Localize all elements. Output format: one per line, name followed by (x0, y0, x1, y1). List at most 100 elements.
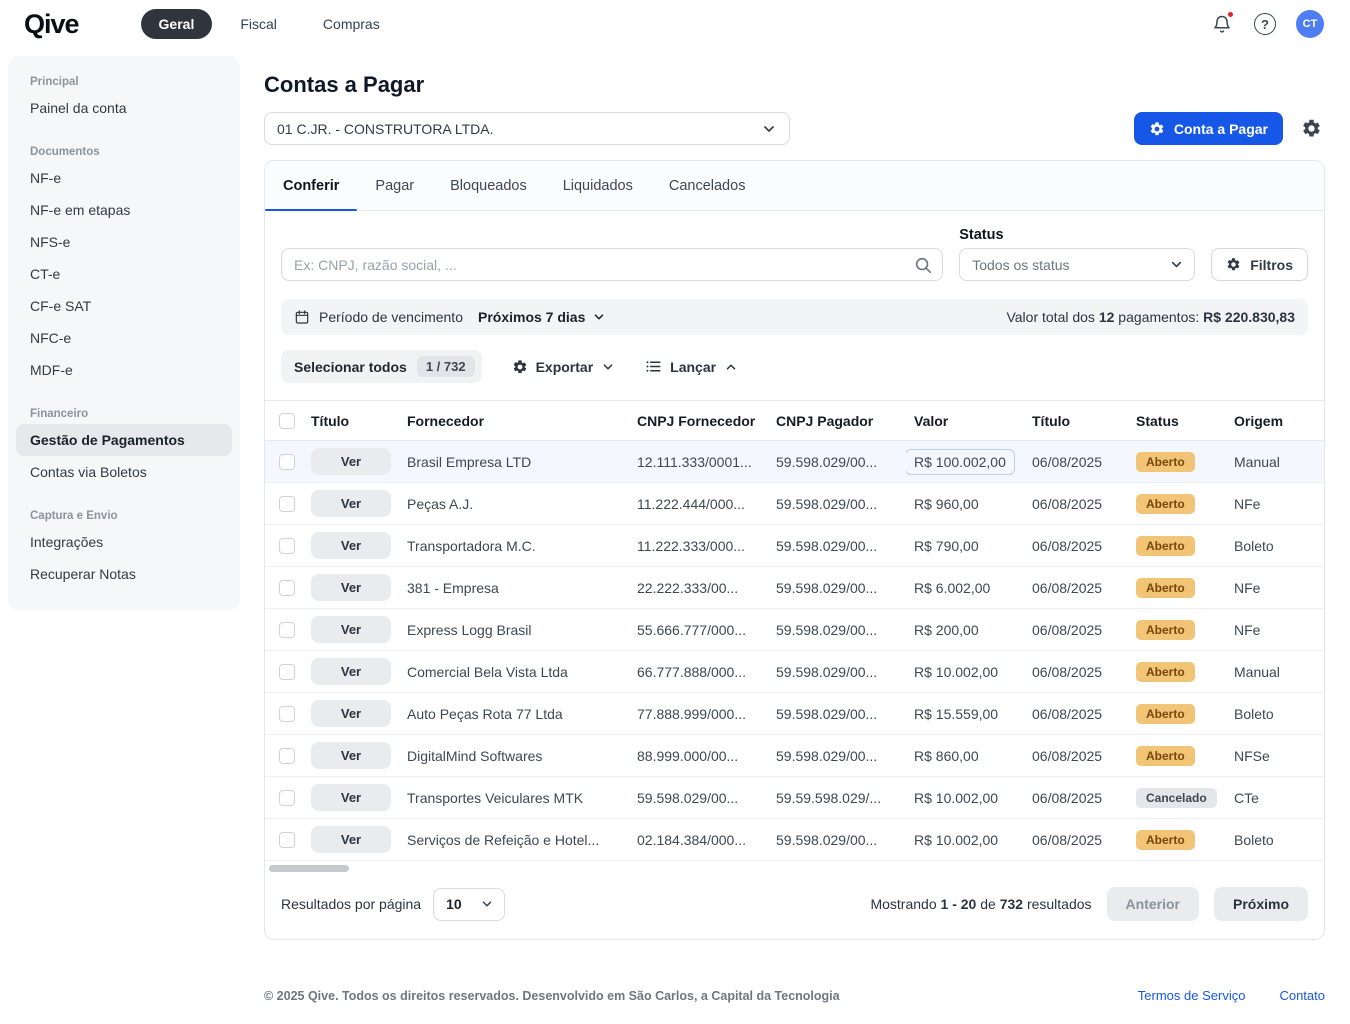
select-all-checkbox[interactable] (279, 413, 295, 430)
table-row[interactable]: Ver Transportadora M.C. 11.222.333/000... 5… (265, 524, 1324, 568)
notification-dot (1227, 11, 1234, 18)
tab-pagar[interactable]: Pagar (357, 161, 432, 210)
row-checkbox[interactable] (279, 622, 295, 639)
row-checkbox[interactable] (279, 790, 295, 807)
table-row[interactable]: Ver Brasil Empresa LTD 12.111.333/0001... 5… (265, 440, 1324, 484)
view-button[interactable]: Ver (311, 658, 391, 686)
cell-cnpj-pagador: 59.598.029/00... (768, 692, 906, 736)
row-checkbox[interactable] (279, 706, 295, 723)
nav-item-geral[interactable]: Geral (140, 9, 213, 39)
cell-titulo: 06/08/2025 (1024, 734, 1128, 778)
cell-cnpj-pagador: 59.598.029/00... (768, 650, 906, 694)
row-checkbox[interactable] (279, 454, 295, 471)
help-button[interactable]: ? (1254, 13, 1276, 35)
tabbar: Conferir Pagar Bloqueados Liquidados Cancela… (265, 161, 1324, 211)
footer-link-termos-de-servico[interactable]: Termos de Serviço (1138, 988, 1246, 1003)
select-all-button[interactable]: Selecionar todos 1 / 732 (281, 350, 482, 383)
table-row[interactable]: Ver DigitalMind Softwares 88.999.000/00...… (265, 734, 1324, 778)
view-button[interactable]: Ver (311, 742, 391, 770)
table-row[interactable]: Ver 381 - Empresa 22.222.333/00... 59.598.0… (265, 566, 1324, 610)
settings-button[interactable] (1297, 115, 1325, 143)
status-badge: Cancelado (1136, 787, 1217, 808)
row-checkbox[interactable] (279, 580, 295, 597)
cell-titulo: 06/08/2025 (1024, 482, 1128, 526)
sidebar-item-nfs-e[interactable]: NFS-e (16, 226, 232, 258)
cell-cnpj-fornecedor: 11.222.444/000... (629, 482, 768, 526)
status-label: Status (959, 227, 1004, 243)
avatar[interactable]: CT (1296, 10, 1324, 38)
status-select[interactable]: Todos os status (959, 248, 1196, 281)
sidebar-item-mdf-e[interactable]: MDF-e (16, 354, 232, 386)
sidebar-item-ct-e[interactable]: CT-e (16, 258, 232, 290)
nav-item-compras[interactable]: Compras (305, 9, 398, 39)
launch-button[interactable]: Lançar (645, 358, 738, 375)
footer-link-contato[interactable]: Contato (1279, 988, 1325, 1003)
export-label: Exportar (535, 358, 594, 375)
col-header-cnpj-fornecedor: CNPJ Fornecedor (629, 399, 768, 442)
view-button[interactable]: Ver (311, 784, 391, 812)
horizontal-scrollbar[interactable] (269, 865, 349, 873)
per-page-select[interactable]: 10 (433, 887, 506, 921)
company-select-value: 01 C.JR. - CONSTRUTORA LTDA. (277, 120, 494, 137)
cell-cnpj-pagador: 59.598.029/00... (768, 608, 906, 652)
row-checkbox[interactable] (279, 664, 295, 681)
row-checkbox[interactable] (279, 496, 295, 513)
cell-status: Aberto (1128, 608, 1226, 652)
sidebar-item-contas-via-boletos[interactable]: Contas via Boletos (16, 456, 232, 488)
chevron-up-icon (724, 360, 738, 374)
row-checkbox[interactable] (279, 748, 295, 765)
export-button[interactable]: Exportar (512, 359, 616, 375)
tab-bloqueados[interactable]: Bloqueados (432, 161, 545, 210)
sidebar-section-captura-e-envio: Captura e Envio (30, 510, 118, 522)
status-badge: Aberto (1136, 703, 1195, 724)
sidebar-item-gestao-de-pagamentos[interactable]: Gestão de Pagamentos (16, 424, 232, 456)
status-badge: Aberto (1136, 535, 1195, 556)
tab-cancelados[interactable]: Cancelados (651, 161, 764, 210)
company-select[interactable]: 01 C.JR. - CONSTRUTORA LTDA. (264, 112, 790, 145)
previous-page-button[interactable]: Anterior (1106, 887, 1199, 922)
row-checkbox[interactable] (279, 538, 295, 555)
search-input[interactable] (281, 248, 944, 281)
next-page-button[interactable]: Próximo (1213, 887, 1308, 922)
notifications-button[interactable] (1210, 11, 1234, 36)
table-row[interactable]: Ver Transportes Veiculares MTK 59.598.029/… (265, 776, 1324, 820)
sidebar-section-principal: Principal (30, 76, 79, 88)
sidebar-item-nf-e[interactable]: NF-e (16, 162, 232, 194)
sidebar-item-nfc-e[interactable]: NFC-e (16, 322, 232, 354)
view-button[interactable]: Ver (311, 700, 391, 728)
sidebar-item-recuperar-notas[interactable]: Recuperar Notas (16, 558, 232, 590)
view-button[interactable]: Ver (311, 490, 391, 518)
cell-status: Aberto (1128, 524, 1226, 568)
row-checkbox[interactable] (279, 832, 295, 849)
sidebar-item-nf-e-em-etapas[interactable]: NF-e em etapas (16, 194, 232, 226)
table-row[interactable]: Ver Comercial Bela Vista Ltda 66.777.888/0… (265, 650, 1324, 694)
tab-conferir[interactable]: Conferir (265, 161, 358, 211)
tab-liquidados[interactable]: Liquidados (545, 161, 651, 210)
col-header-fornecedor: Fornecedor (399, 399, 629, 442)
period-bar: Período de vencimento Próximos 7 dias Va… (281, 299, 1308, 335)
cell-titulo: 06/08/2025 (1024, 440, 1128, 484)
pagination: Resultados por página 10 Mostrando 1 - 2… (265, 875, 1324, 939)
conta-a-pagar-button[interactable]: Conta a Pagar (1133, 112, 1283, 145)
view-button[interactable]: Ver (311, 826, 391, 854)
table-row[interactable]: Ver Express Logg Brasil 55.666.777/000... 5… (265, 608, 1324, 652)
sidebar-item-painel-da-conta[interactable]: Painel da conta (16, 92, 232, 124)
per-page-value: 10 (446, 896, 462, 913)
period-select[interactable]: Próximos 7 dias (478, 309, 606, 325)
view-button[interactable]: Ver (311, 448, 391, 476)
nav-item-fiscal[interactable]: Fiscal (222, 9, 295, 39)
payments-card: Conferir Pagar Bloqueados Liquidados Cancela… (264, 160, 1325, 941)
cell-cnpj-pagador: 59.598.029/00... (768, 524, 906, 568)
table-row[interactable]: Ver Serviços de Refeição e Hotel... 02.184… (265, 818, 1324, 862)
table-row[interactable]: Ver Peças A.J. 11.222.444/000... 59.598.029… (265, 482, 1324, 526)
filters-button[interactable]: Filtros (1211, 248, 1308, 281)
view-button[interactable]: Ver (311, 532, 391, 560)
search-button[interactable] (907, 251, 939, 278)
table-row[interactable]: Ver Auto Peças Rota 77 Ltda 77.888.999/000… (265, 692, 1324, 736)
sidebar-item-integracoes[interactable]: Integrações (16, 526, 232, 558)
sidebar-item-cf-e-sat[interactable]: CF-e SAT (16, 290, 232, 322)
chevron-down-icon (1169, 257, 1184, 272)
view-button[interactable]: Ver (311, 616, 391, 644)
view-button[interactable]: Ver (311, 574, 391, 602)
cell-cnpj-pagador: 59.598.029/00... (768, 734, 906, 778)
